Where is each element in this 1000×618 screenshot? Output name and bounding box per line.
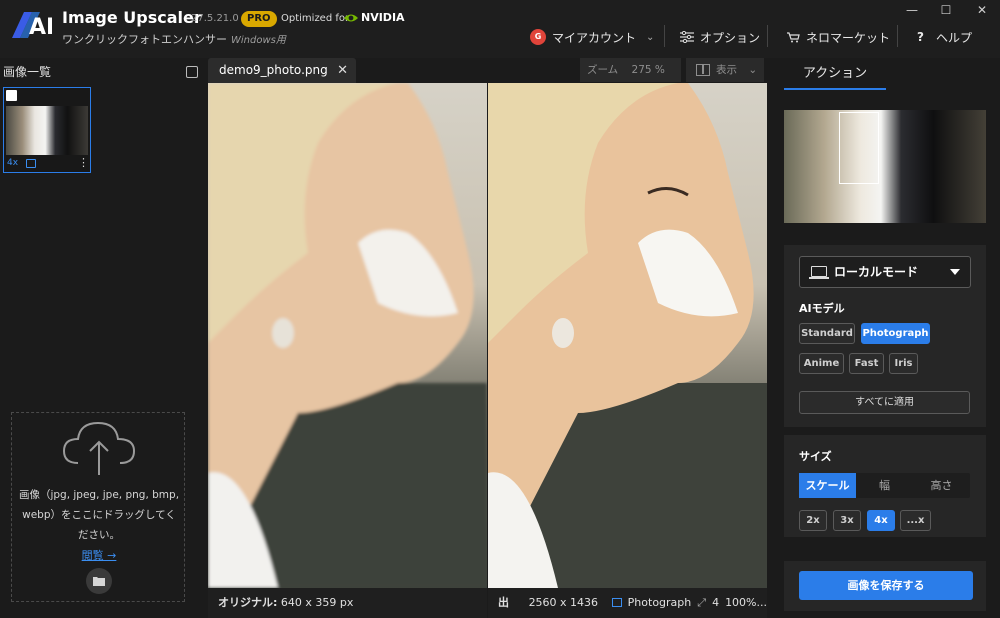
- navigator-preview[interactable]: [784, 110, 986, 223]
- scale-4x-button[interactable]: 4x: [867, 510, 895, 531]
- output-photo: [488, 83, 767, 588]
- model-iris-button[interactable]: Iris: [889, 353, 918, 374]
- menu-divider: [767, 25, 768, 47]
- model-anime-button[interactable]: Anime: [799, 353, 844, 374]
- menu-divider: [897, 25, 898, 47]
- cloud-upload-icon: [62, 421, 136, 475]
- image-thumbnail-card[interactable]: 4x ⋮: [3, 87, 91, 173]
- menu-divider: [664, 25, 665, 47]
- close-icon[interactable]: ✕: [337, 58, 348, 83]
- options-menu[interactable]: オプション: [680, 27, 760, 47]
- cart-icon: [787, 32, 800, 43]
- zoom-value: 275 %: [631, 64, 665, 76]
- account-label: マイアカウント: [552, 30, 637, 45]
- sliders-icon: [680, 31, 694, 43]
- tab-width[interactable]: 幅: [856, 473, 913, 498]
- expand-icon: ⤢: [697, 596, 707, 609]
- scale-custom-button[interactable]: ...x: [900, 510, 931, 531]
- subtitle-os: Windows用: [231, 35, 286, 46]
- output-dimensions: 2560 x 1436 ...: [528, 596, 599, 609]
- file-tab-name: demo9_photo.png: [219, 63, 328, 77]
- optimized-for-label: Optimized for: [281, 13, 350, 24]
- drop-zone[interactable]: 画像（jpg, jpeg, jpe, png, bmp, webp）をここにドラ…: [11, 412, 185, 602]
- app-subtitle: ワンクリックフォトエンハンサー Windows用: [62, 31, 286, 47]
- tab-action[interactable]: アクション: [784, 58, 886, 90]
- app-version: 27.5.21.0: [191, 13, 239, 24]
- help-icon: ?: [917, 30, 924, 44]
- account-menu[interactable]: G マイアカウント ⌄: [530, 27, 654, 47]
- chevron-down-icon: ⌄: [748, 64, 758, 76]
- size-mode-tabs: スケール 幅 高さ: [799, 473, 970, 498]
- title-bar: AI Image Upscaler 27.5.21.0 PRO Optimize…: [0, 0, 1000, 58]
- nvidia-brand: NVIDIA: [343, 11, 405, 24]
- help-label: ヘルプ: [935, 30, 972, 45]
- nvidia-label: NVIDIA: [361, 11, 405, 24]
- maximize-button[interactable]: ☐: [938, 2, 954, 18]
- scale-3x-button[interactable]: 3x: [833, 510, 861, 531]
- size-card: サイズ スケール 幅 高さ 2x 3x 4x ...x: [784, 435, 986, 537]
- output-status: 出力: 2560 x 1436 ... Photograph ⤢ 4 100%.…: [488, 588, 767, 618]
- help-menu[interactable]: ? ヘルプ: [917, 27, 972, 47]
- subtitle-text: ワンクリックフォトエンハンサー: [62, 33, 227, 46]
- market-menu[interactable]: ネロマーケット: [786, 27, 890, 47]
- apply-all-button[interactable]: すべてに適用: [799, 391, 970, 414]
- output-zoom: 100%...: [725, 596, 767, 609]
- save-image-button[interactable]: 画像を保存する: [799, 571, 973, 600]
- more-options-icon[interactable]: ⋮: [78, 156, 89, 169]
- size-label: サイズ: [799, 450, 832, 463]
- original-image-pane[interactable]: [208, 83, 487, 588]
- view-label: 表示: [716, 64, 737, 76]
- laptop-icon: [809, 266, 829, 279]
- minimize-button[interactable]: —: [904, 2, 920, 18]
- chevron-down-icon: ⌄: [646, 31, 655, 43]
- select-all-checkbox-icon[interactable]: [186, 66, 198, 78]
- output-image-pane[interactable]: [488, 83, 767, 588]
- model-card: ローカルモード AIモデル Standard Photograph Anime …: [784, 245, 986, 427]
- viewport-indicator[interactable]: [839, 112, 879, 184]
- zoom-control[interactable]: ズーム 275 % ⌄: [580, 58, 681, 100]
- original-photo: [208, 83, 487, 588]
- thumbnail-image[interactable]: [6, 106, 88, 155]
- drop-zone-text: 画像（jpg, jpeg, jpe, png, bmp, webp）をここにドラ…: [18, 489, 180, 541]
- caret-down-icon: [950, 269, 960, 275]
- app-name: Image Upscaler: [62, 8, 202, 27]
- original-dimensions: 640 x 359 px: [280, 596, 354, 609]
- app-logo-icon: AI: [12, 12, 52, 40]
- thumbnail-scale: 4x: [7, 158, 19, 168]
- model-standard-button[interactable]: Standard: [799, 323, 855, 344]
- folder-icon: [93, 577, 105, 586]
- image-icon: [26, 159, 36, 168]
- original-label: オリジナル:: [218, 596, 278, 609]
- pro-badge: PRO: [241, 11, 277, 27]
- options-label: オプション: [700, 30, 761, 45]
- mode-select-value: ローカルモード: [834, 265, 919, 279]
- zoom-label: ズーム: [587, 64, 619, 76]
- svg-text:AI: AI: [29, 15, 52, 40]
- save-card: 画像を保存する: [784, 561, 986, 611]
- market-label: ネロマーケット: [806, 30, 891, 45]
- split-view-icon: [696, 64, 710, 76]
- model-fast-button[interactable]: Fast: [849, 353, 884, 374]
- output-scale: 4: [712, 596, 720, 609]
- nvidia-eye-icon: [344, 14, 358, 21]
- file-tab[interactable]: demo9_photo.png ✕: [208, 58, 356, 83]
- mode-select[interactable]: ローカルモード: [799, 256, 971, 288]
- thumbnail-checkbox[interactable]: [6, 90, 17, 101]
- original-status: オリジナル: 640 x 359 px: [208, 588, 487, 618]
- image-icon: [612, 598, 622, 607]
- output-label: 出力:: [498, 596, 509, 609]
- ai-model-label: AIモデル: [799, 302, 845, 315]
- scale-2x-button[interactable]: 2x: [799, 510, 827, 531]
- view-control[interactable]: 表示 ⌄: [686, 58, 764, 82]
- avatar: G: [530, 29, 546, 45]
- close-window-button[interactable]: ✕: [974, 2, 990, 18]
- model-photograph-button[interactable]: Photograph: [861, 323, 930, 344]
- browse-link[interactable]: 閲覧 →: [12, 547, 186, 563]
- image-list-panel: 画像一覧 4x ⋮ 画像（jpg, jpeg, jpe, png, bmp, w…: [0, 58, 205, 618]
- tab-height[interactable]: 高さ: [913, 473, 970, 498]
- output-model: Photograph: [627, 596, 692, 609]
- tab-scale[interactable]: スケール: [799, 473, 856, 498]
- image-list-title: 画像一覧: [3, 65, 52, 79]
- open-folder-button[interactable]: [86, 568, 112, 594]
